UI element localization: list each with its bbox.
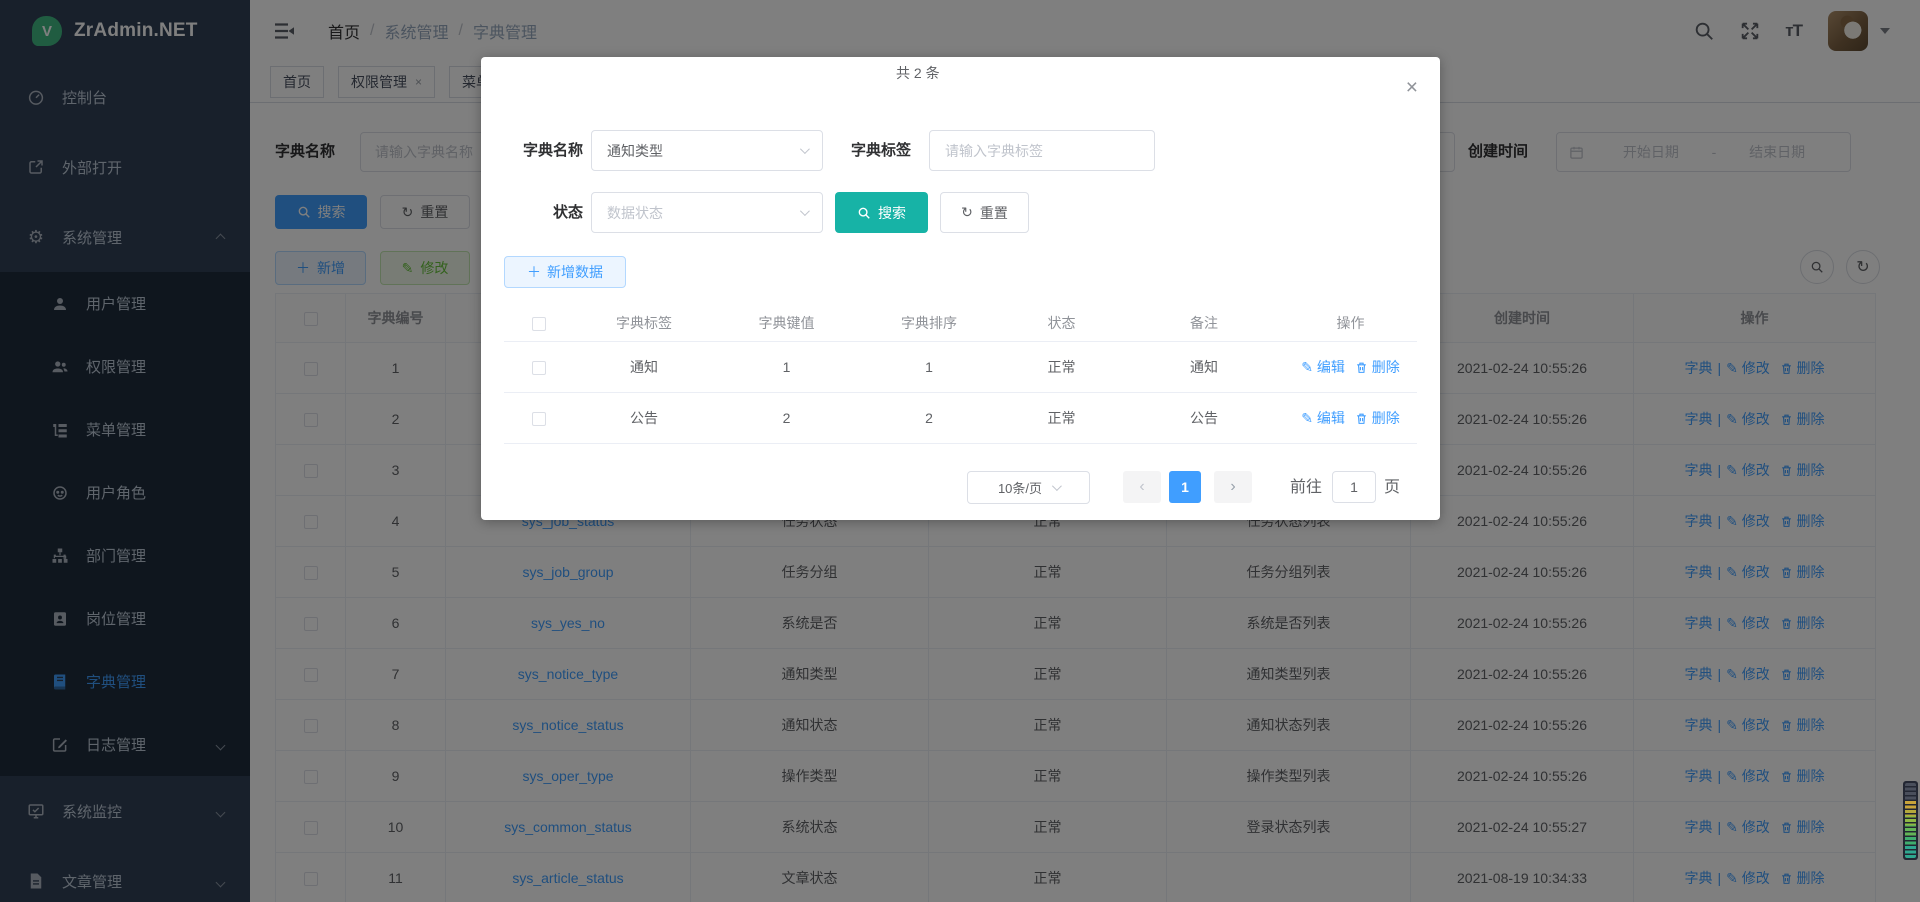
pencil-icon: ✎: [1301, 359, 1317, 375]
modal-table-header-row: 字典标签 字典键值 字典排序 状态 备注 操作: [504, 306, 1417, 341]
modal-table-row: 通知 1 1 正常 通知 ✎ 编辑 删除: [504, 341, 1417, 392]
data-sort-cell: 1: [859, 341, 999, 392]
trash-icon: [1355, 361, 1368, 374]
modal-row-edit-link[interactable]: ✎ 编辑: [1301, 410, 1345, 426]
refresh-icon: ↻: [961, 204, 973, 221]
data-value-cell: 2: [714, 392, 859, 443]
modal-row-checkbox[interactable]: [532, 361, 546, 375]
data-value-cell: 1: [714, 341, 859, 392]
search-icon: [857, 206, 871, 220]
pencil-icon: ✎: [1301, 410, 1317, 426]
data-remark-cell: 通知: [1124, 341, 1284, 392]
modal-row-delete-link[interactable]: 删除: [1355, 359, 1400, 375]
scrollbar-minimap-indicator[interactable]: [1903, 781, 1918, 860]
modal-row-actions-cell: ✎ 编辑 删除: [1284, 341, 1417, 392]
modal-row-actions-cell: ✎ 编辑 删除: [1284, 392, 1417, 443]
current-page-button[interactable]: 1: [1169, 471, 1201, 503]
data-status-cell: 正常: [999, 392, 1124, 443]
goto-page-input[interactable]: 1: [1332, 471, 1376, 503]
chevron-down-icon: [800, 144, 810, 154]
modal-reset-button[interactable]: ↻ 重置: [940, 192, 1029, 233]
modal-row-delete-link[interactable]: 删除: [1355, 410, 1400, 426]
data-label-cell: 公告: [574, 392, 714, 443]
modal-table-row: 公告 2 2 正常 公告 ✎ 编辑 删除: [504, 392, 1417, 443]
page-size-select[interactable]: 10条/页: [967, 471, 1090, 504]
prev-page-button[interactable]: ‹: [1123, 471, 1161, 503]
modal-select-all-checkbox[interactable]: [532, 317, 546, 331]
modal-row-checkbox[interactable]: [532, 412, 546, 426]
data-remark-cell: 公告: [1124, 392, 1284, 443]
plus-icon: ＋: [527, 262, 541, 282]
modal-dict-data-table: 字典标签 字典键值 字典排序 状态 备注 操作 通知 1 1 正常 通知: [504, 306, 1417, 444]
chevron-down-icon: [1052, 481, 1062, 491]
trash-icon: [1355, 412, 1368, 425]
modal-search-button[interactable]: 搜索: [835, 192, 928, 233]
modal-add-data-button[interactable]: ＋ 新增数据: [504, 256, 626, 288]
modal-status-select[interactable]: 数据状态: [591, 192, 823, 233]
data-status-cell: 正常: [999, 341, 1124, 392]
modal-dict-label-input[interactable]: 请输入字典标签: [929, 130, 1155, 171]
chevron-down-icon: [800, 206, 810, 216]
pagination-total: 共 2 条: [896, 57, 940, 90]
dict-data-dialog: × 字典名称 通知类型 字典标签 请输入字典标签 状态 数据状态 搜索 ↻ 重置…: [481, 57, 1440, 520]
modal-status-label: 状态: [491, 192, 583, 233]
modal-dict-name-select[interactable]: 通知类型: [591, 130, 823, 171]
next-page-button[interactable]: ›: [1214, 471, 1252, 503]
goto-page-suffix: 页: [1384, 471, 1400, 504]
modal-dict-label-label: 字典标签: [811, 130, 911, 171]
close-icon[interactable]: ×: [1406, 77, 1418, 98]
modal-row-edit-link[interactable]: ✎ 编辑: [1301, 359, 1345, 375]
goto-page-label: 前往: [1290, 471, 1322, 504]
data-sort-cell: 2: [859, 392, 999, 443]
app-window: V ZrAdmin.NET 控制台 外部打开 ⚙ 系统管理 用: [0, 0, 1920, 902]
data-label-cell: 通知: [574, 341, 714, 392]
modal-dict-name-label: 字典名称: [491, 130, 583, 171]
